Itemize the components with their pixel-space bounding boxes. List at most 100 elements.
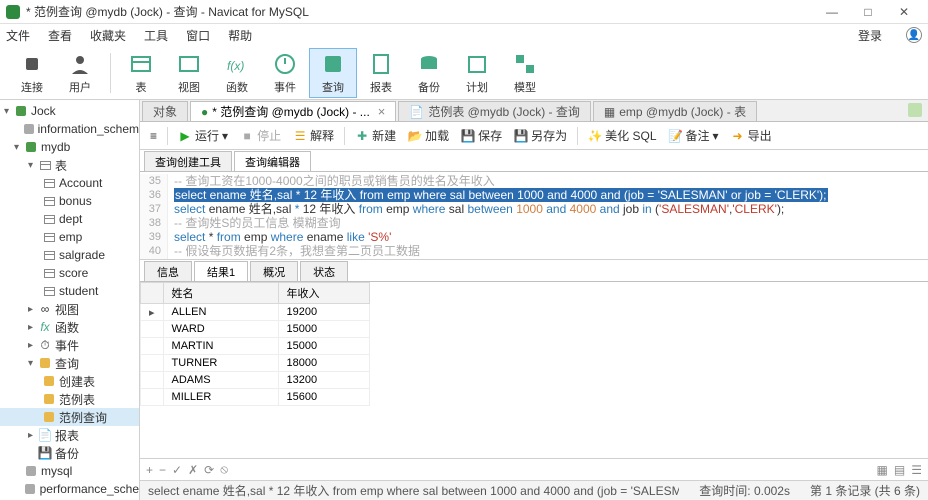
tree-backups-group[interactable]: 💾备份 (0, 444, 139, 462)
menu-toggle-button[interactable]: ≡ (146, 127, 161, 145)
close-icon[interactable]: × (378, 105, 386, 118)
cancel-button[interactable]: ✗ (188, 463, 198, 477)
new-button[interactable]: ✚新建 (351, 125, 400, 146)
clock-icon (272, 51, 298, 77)
tree-query[interactable]: 范例表 (0, 390, 139, 408)
refresh-button[interactable]: ⟳ (204, 463, 214, 477)
stop-icon: ■ (240, 129, 254, 143)
status-sql: select ename 姓名,sal * 12 年收入 from emp wh… (148, 482, 679, 499)
beautify-button[interactable]: ✨美化 SQL (584, 125, 660, 146)
load-button[interactable]: 📂加载 (404, 125, 453, 146)
event-button[interactable]: 事件 (261, 48, 309, 98)
tree-views-group[interactable]: ▸∞视图 (0, 300, 139, 318)
table-row[interactable]: MARTIN15000 (141, 338, 370, 355)
tree-table[interactable]: dept (0, 210, 139, 228)
connect-button[interactable]: 连接 (8, 48, 56, 98)
tree-table[interactable]: salgrade (0, 246, 139, 264)
tab-query[interactable]: ●* 范例查询 @mydb (Jock) - ...× (190, 101, 396, 121)
tree-table[interactable]: bonus (0, 192, 139, 210)
explain-button[interactable]: ☰解释 (289, 125, 338, 146)
table-row[interactable]: ▸ALLEN19200 (141, 304, 370, 321)
result-tab-status[interactable]: 状态 (300, 261, 348, 281)
table-row[interactable]: WARD15000 (141, 321, 370, 338)
tree-query[interactable]: 创建表 (0, 372, 139, 390)
add-row-button[interactable]: + (146, 463, 153, 477)
result-grid[interactable]: 姓名年收入 ▸ALLEN19200 WARD15000 MARTIN15000 … (140, 282, 928, 458)
tree-table[interactable]: emp (0, 228, 139, 246)
function-icon: f(x) (224, 51, 250, 77)
load-icon: 📂 (408, 129, 422, 143)
stop-button[interactable]: ■停止 (236, 125, 285, 146)
menu-file[interactable]: 文件 (6, 27, 30, 44)
table-tab-icon: ▦ (604, 105, 615, 119)
user-icon (67, 51, 93, 77)
tab-table[interactable]: ▦emp @mydb (Jock) - 表 (593, 101, 757, 121)
menu-view[interactable]: 查看 (48, 27, 72, 44)
tab-query[interactable]: 📄范例表 @mydb (Jock) - 查询 (398, 101, 590, 121)
subtab-builder[interactable]: 查询创建工具 (144, 151, 232, 171)
menu-help[interactable]: 帮助 (228, 27, 252, 44)
minimize-button[interactable]: — (814, 2, 850, 22)
sql-editor[interactable]: 35-- 查询工资在1000-4000之间的职员或销售员的姓名及年收入 36se… (140, 172, 928, 260)
tree-db[interactable]: ▾mydb (0, 138, 139, 156)
function-button[interactable]: f(x)函数 (213, 48, 261, 98)
model-button[interactable]: 模型 (501, 48, 549, 98)
statusbar: select ename 姓名,sal * 12 年收入 from emp wh… (140, 480, 928, 500)
plan-button[interactable]: 计划 (453, 48, 501, 98)
stop-button[interactable]: ⦸ (220, 462, 228, 477)
table-icon (128, 51, 154, 77)
table-button[interactable]: 表 (117, 48, 165, 98)
maximize-button[interactable]: □ (850, 2, 886, 22)
tree-table[interactable]: student (0, 282, 139, 300)
delete-row-button[interactable]: − (159, 463, 166, 477)
user-button[interactable]: 用户 (56, 48, 104, 98)
grid-view-button[interactable]: ▦ (877, 463, 888, 477)
close-button[interactable]: ✕ (886, 2, 922, 22)
backup-button[interactable]: 备份 (405, 48, 453, 98)
tree-query[interactable]: 范例查询 (0, 408, 139, 426)
card-view-button[interactable]: ☰ (911, 463, 922, 477)
query-icon (42, 410, 56, 424)
table-row[interactable]: TURNER18000 (141, 355, 370, 372)
tab-objects[interactable]: 对象 (142, 101, 188, 121)
subtab-editor[interactable]: 查询编辑器 (234, 151, 311, 171)
result-tab-overview[interactable]: 概况 (250, 261, 298, 281)
menu-window[interactable]: 窗口 (186, 27, 210, 44)
tree-table[interactable]: Account (0, 174, 139, 192)
export-button[interactable]: ➜导出 (727, 125, 776, 146)
wand-icon: ✨ (588, 129, 602, 143)
tree-functions-group[interactable]: ▸fx函数 (0, 318, 139, 336)
table-row[interactable]: ADAMS13200 (141, 372, 370, 389)
model-icon (512, 51, 538, 77)
result-tab-result1[interactable]: 结果1 (194, 261, 248, 281)
user-avatar-icon[interactable]: 👤 (906, 27, 922, 43)
tree-tables-group[interactable]: ▾表 (0, 156, 139, 174)
tree-db[interactable]: information_schem (0, 120, 139, 138)
save-as-button[interactable]: 💾另存为 (510, 125, 571, 146)
tree-db[interactable]: mysql (0, 462, 139, 480)
menu-tools[interactable]: 工具 (144, 27, 168, 44)
tree-db[interactable]: performance_sche (0, 480, 139, 498)
save-button[interactable]: 💾保存 (457, 125, 506, 146)
tree-reports-group[interactable]: ▸📄报表 (0, 426, 139, 444)
login-link[interactable]: 登录 (858, 27, 882, 44)
result-tab-info[interactable]: 信息 (144, 261, 192, 281)
tree-queries-group[interactable]: ▾查询 (0, 354, 139, 372)
tree-table[interactable]: score (0, 264, 139, 282)
menu-favorites[interactable]: 收藏夹 (90, 27, 126, 44)
query-button[interactable]: 查询 (309, 48, 357, 98)
form-view-button[interactable]: ▤ (894, 463, 905, 477)
plug-icon (19, 51, 45, 77)
sync-icon[interactable] (908, 103, 922, 117)
table-row[interactable]: MILLER15600 (141, 389, 370, 406)
report-icon (368, 51, 394, 77)
table-group-icon (38, 158, 52, 172)
apply-button[interactable]: ✓ (172, 463, 182, 477)
tree-connection[interactable]: ▾Jock (0, 102, 139, 120)
view-button[interactable]: 视图 (165, 48, 213, 98)
note-button[interactable]: 📝备注▾ (665, 125, 723, 146)
report-button[interactable]: 报表 (357, 48, 405, 98)
run-button[interactable]: ▶运行▾ (174, 125, 232, 146)
status-time: 查询时间: 0.002s (699, 482, 790, 499)
tree-events-group[interactable]: ▸⏱事件 (0, 336, 139, 354)
